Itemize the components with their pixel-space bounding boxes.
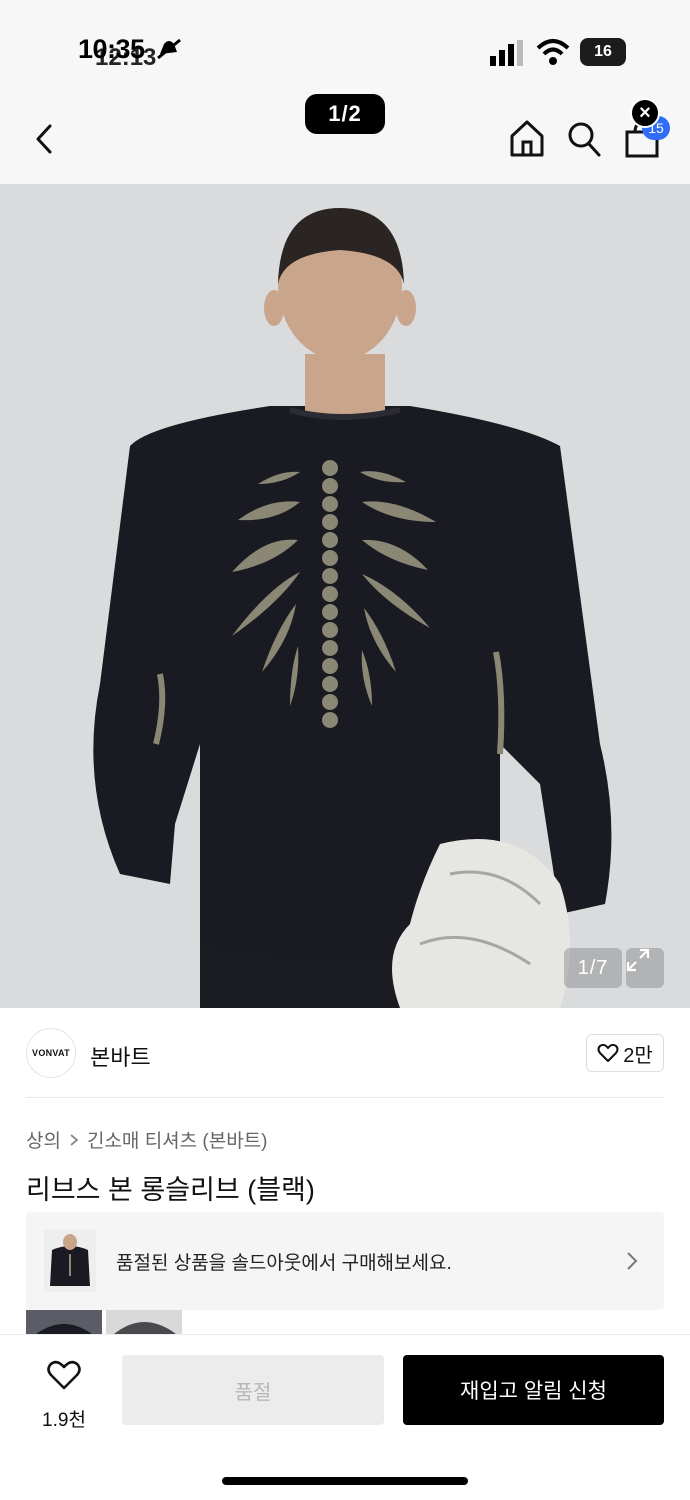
product-photo-illustration	[0, 184, 690, 1008]
soldout-banner[interactable]: 품절된 상품을 솔드아웃에서 구매해보세요.	[26, 1212, 664, 1310]
home-icon[interactable]	[508, 118, 546, 158]
expand-image-button[interactable]	[626, 948, 664, 988]
bell-slash-icon	[157, 38, 181, 60]
search-icon[interactable]	[566, 120, 602, 158]
thumbnail-strip	[26, 1310, 182, 1334]
thumbnail-2[interactable]	[106, 1310, 182, 1334]
home-indicator[interactable]	[222, 1477, 468, 1485]
purchase-bar: 1.9천 품절 재입고 알림 신청	[0, 1334, 690, 1500]
chevron-right-icon	[627, 1252, 638, 1270]
restock-alert-button[interactable]: 재입고 알림 신청	[403, 1355, 664, 1425]
status-bar: 10:35 12:13 16	[0, 0, 690, 88]
breadcrumb-subcategory[interactable]: 긴소매 티셔츠 (본바트)	[87, 1126, 268, 1153]
signal-icon	[490, 40, 523, 66]
product-header: 1/2 15 ×	[0, 88, 690, 184]
status-time-overlay: 12:13	[95, 44, 157, 71]
divider	[26, 1097, 664, 1098]
wishlist-count: 1.9천	[42, 1410, 86, 1431]
image-counter: 1/7	[564, 948, 622, 988]
chevron-right-icon	[70, 1133, 79, 1146]
brand-logo[interactable]: VONVAT	[26, 1028, 76, 1078]
soldout-banner-text: 품절된 상품을 솔드아웃에서 구매해보세요.	[116, 1253, 452, 1274]
heart-icon	[47, 1360, 81, 1390]
expand-icon	[626, 948, 650, 972]
battery-indicator: 16	[580, 38, 626, 66]
heart-icon	[597, 1043, 619, 1062]
product-image[interactable]: 1/7	[0, 184, 690, 1008]
wifi-icon	[536, 39, 570, 65]
soldout-button: 품절	[122, 1355, 384, 1425]
thumbnail-1[interactable]	[26, 1310, 102, 1334]
product-title: 리브스 본 롱슬리브 (블랙)	[26, 1175, 315, 1205]
close-button[interactable]: ×	[630, 98, 660, 128]
brand-row: VONVAT 본바트 2만	[0, 1008, 690, 1100]
brand-name[interactable]: 본바트	[90, 1040, 151, 1072]
banner-thumbnail	[44, 1230, 96, 1292]
breadcrumb: 상의 긴소매 티셔츠 (본바트)	[26, 1126, 268, 1153]
back-arrow-icon[interactable]	[30, 122, 60, 156]
page-indicator: 1/2	[305, 94, 385, 134]
wishlist-button[interactable]: 1.9천	[30, 1355, 98, 1435]
breadcrumb-category[interactable]: 상의	[26, 1126, 61, 1153]
brand-like-button[interactable]: 2만	[586, 1034, 664, 1072]
brand-like-count: 2만	[623, 1044, 653, 1067]
